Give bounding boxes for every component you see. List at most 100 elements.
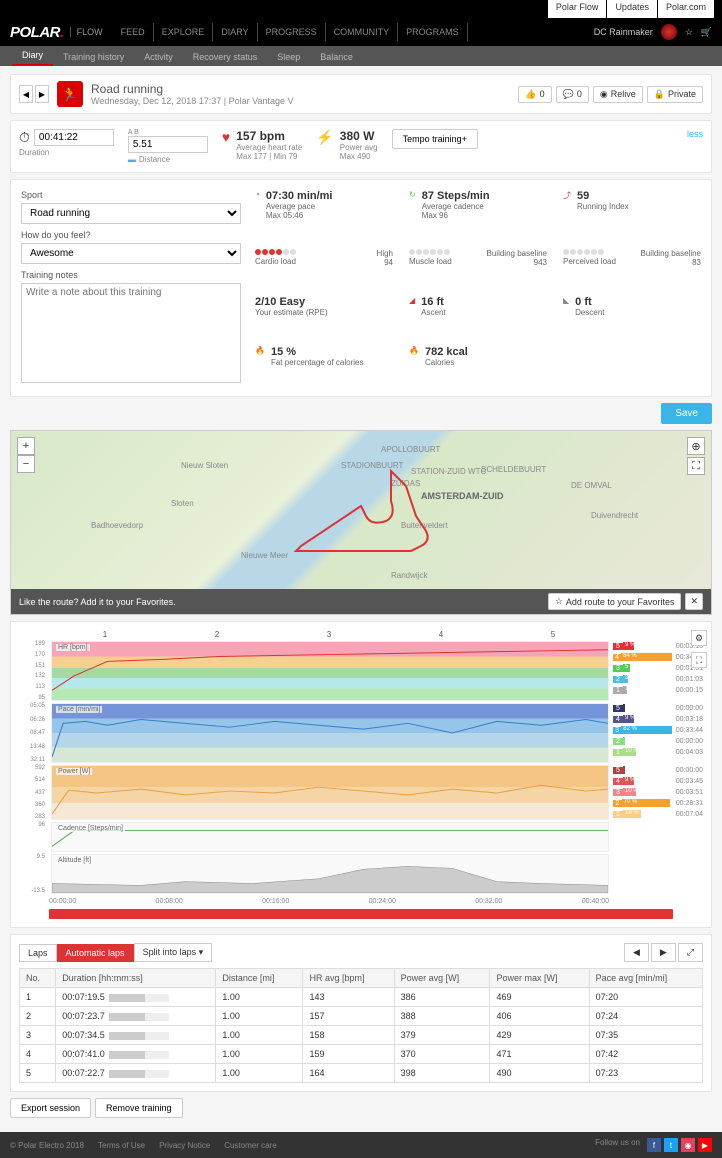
next-session[interactable]: ▶ xyxy=(35,85,49,103)
table-header[interactable]: Pace avg [min/mi] xyxy=(589,969,702,988)
twitter-icon[interactable]: t xyxy=(664,1138,678,1152)
nav-diary[interactable]: DIARY xyxy=(213,23,257,41)
power-chart[interactable]: Power [W] xyxy=(51,765,609,820)
zone-row: 310 %00:03:51 xyxy=(613,787,703,797)
power-title: Power [W] xyxy=(56,768,92,775)
zone-row: 49 %00:03:18 xyxy=(613,714,703,724)
tab-laps[interactable]: Laps xyxy=(19,944,57,962)
subnav-history[interactable]: Training history xyxy=(53,48,134,66)
map[interactable]: + − ⊕ ⛶ Nieuw Sloten Sloten Badhoevedorp… xyxy=(11,431,711,589)
feel-select[interactable]: Awesome xyxy=(21,243,241,264)
tempo-button[interactable]: Tempo training+ xyxy=(392,129,478,149)
subnav-recovery[interactable]: Recovery status xyxy=(183,48,268,66)
footer-terms[interactable]: Terms of Use xyxy=(98,1141,145,1150)
save-button[interactable]: Save xyxy=(661,403,712,424)
nav-programs[interactable]: PROGRAMS xyxy=(398,23,468,41)
table-header[interactable]: Power avg [W] xyxy=(394,969,490,988)
privacy-button[interactable]: 🔒 Private xyxy=(647,86,703,103)
logo[interactable]: POLAR. xyxy=(10,24,64,41)
topbar-updates[interactable]: Updates xyxy=(607,0,657,18)
export-button[interactable]: Export session xyxy=(10,1098,91,1118)
pace-chart[interactable]: Pace [min/mi] xyxy=(51,703,609,763)
cadence-yaxis: 96 xyxy=(19,822,47,852)
subnav-diary[interactable]: Diary xyxy=(12,46,53,66)
like-button[interactable]: 👍 0 xyxy=(518,86,551,103)
table-cell: 00:07:19.5 xyxy=(56,988,216,1007)
facebook-icon[interactable]: f xyxy=(647,1138,661,1152)
zone-row: 11 %00:00:15 xyxy=(613,685,703,695)
subnav-sleep[interactable]: Sleep xyxy=(267,48,310,66)
table-row[interactable]: 400:07:41.01.0015937047107:42 xyxy=(20,1045,703,1064)
chart-settings[interactable]: ⚙ xyxy=(691,630,707,646)
subnav-activity[interactable]: Activity xyxy=(134,48,183,66)
distance-input[interactable] xyxy=(128,136,208,153)
table-cell: 157 xyxy=(303,1007,394,1026)
table-next[interactable]: ▶ xyxy=(651,943,676,962)
time-scrubber[interactable] xyxy=(49,909,673,919)
username[interactable]: DC Rainmaker xyxy=(594,27,653,37)
table-header[interactable]: Duration [hh:mm:ss] xyxy=(56,969,216,988)
instagram-icon[interactable]: ◉ xyxy=(681,1138,695,1152)
table-prev[interactable]: ◀ xyxy=(624,943,649,962)
hr-chart[interactable]: HR [bpm] xyxy=(51,641,609,701)
descent-label: Descent xyxy=(575,308,604,317)
tab-autolaps[interactable]: Automatic laps xyxy=(57,944,134,962)
sport-select[interactable]: Road running xyxy=(21,203,241,224)
subnav-balance[interactable]: Balance xyxy=(310,48,363,66)
footer-care[interactable]: Customer care xyxy=(224,1141,276,1150)
nav-community[interactable]: COMMUNITY xyxy=(326,23,399,41)
prev-session[interactable]: ◀ xyxy=(19,85,33,103)
main-nav: FEED EXPLORE DIARY PROGRESS COMMUNITY PR… xyxy=(113,23,468,41)
cart-icon[interactable]: 🛒 xyxy=(701,27,712,38)
duration-input[interactable] xyxy=(34,129,114,146)
favorite-icon[interactable]: ☆ xyxy=(685,27,693,38)
close-favorite[interactable]: ✕ xyxy=(685,593,703,610)
less-link[interactable]: less xyxy=(687,129,703,139)
table-cell: 07:42 xyxy=(589,1045,702,1064)
map-locate[interactable]: ⊕ xyxy=(687,437,705,455)
topbar-polarcom[interactable]: Polar.com xyxy=(658,0,714,18)
nav-explore[interactable]: EXPLORE xyxy=(154,23,214,41)
lap-marker-label: 5 xyxy=(551,630,555,639)
table-expand[interactable]: ⤢ xyxy=(678,943,703,962)
avatar[interactable] xyxy=(661,24,677,40)
chart-fullscreen[interactable]: ⛶ xyxy=(691,652,707,668)
muscle-sub: 943 xyxy=(487,258,548,267)
footer-privacy[interactable]: Privacy Notice xyxy=(159,1141,210,1150)
table-row[interactable]: 300:07:34.51.0015837942907:35 xyxy=(20,1026,703,1045)
add-favorite[interactable]: ☆ Add route to your Favorites xyxy=(548,593,682,610)
ri-icon: ⤴ xyxy=(563,190,571,239)
flame-icon: 🔥 xyxy=(409,346,419,386)
cal-label: Calories xyxy=(425,358,468,367)
rpe-value: 2/10 Easy xyxy=(255,296,328,308)
relive-button[interactable]: ◉ Relive xyxy=(593,86,643,103)
table-header[interactable]: No. xyxy=(20,969,56,988)
map-fullscreen[interactable]: ⛶ xyxy=(687,457,705,475)
ascent-label: Ascent xyxy=(421,308,445,317)
table-cell: 00:07:23.7 xyxy=(56,1007,216,1026)
nav-progress[interactable]: PROGRESS xyxy=(258,23,326,41)
session-title: Road running xyxy=(91,82,293,96)
table-header[interactable]: Power max [W] xyxy=(490,969,589,988)
hr-title: HR [bpm] xyxy=(56,644,90,651)
zoom-in[interactable]: + xyxy=(17,437,35,455)
table-row[interactable]: 100:07:19.51.0014338646907:20 xyxy=(20,988,703,1007)
remove-button[interactable]: Remove training xyxy=(95,1098,183,1118)
altitude-chart[interactable]: Altitude [ft] xyxy=(51,854,609,894)
notes-textarea[interactable] xyxy=(21,283,241,383)
table-row[interactable]: 500:07:22.71.0016439849007:23 xyxy=(20,1064,703,1083)
table-header[interactable]: HR avg [bpm] xyxy=(303,969,394,988)
map-label: Sloten xyxy=(171,499,194,508)
youtube-icon[interactable]: ▶ xyxy=(698,1138,712,1152)
comment-button[interactable]: 💬 0 xyxy=(556,86,589,103)
tab-split[interactable]: Split into laps ▾ xyxy=(134,943,213,962)
ascent-icon: ◢ xyxy=(409,296,415,336)
running-icon: 🏃 xyxy=(57,81,83,107)
table-cell: 370 xyxy=(394,1045,490,1064)
nav-feed[interactable]: FEED xyxy=(113,23,154,41)
table-row[interactable]: 200:07:23.71.0015738840607:24 xyxy=(20,1007,703,1026)
zoom-out[interactable]: − xyxy=(17,455,35,473)
topbar-flow[interactable]: Polar Flow xyxy=(548,0,607,18)
cadence-chart[interactable]: Cadence [Steps/min] xyxy=(51,822,609,852)
table-header[interactable]: Distance [mi] xyxy=(216,969,303,988)
